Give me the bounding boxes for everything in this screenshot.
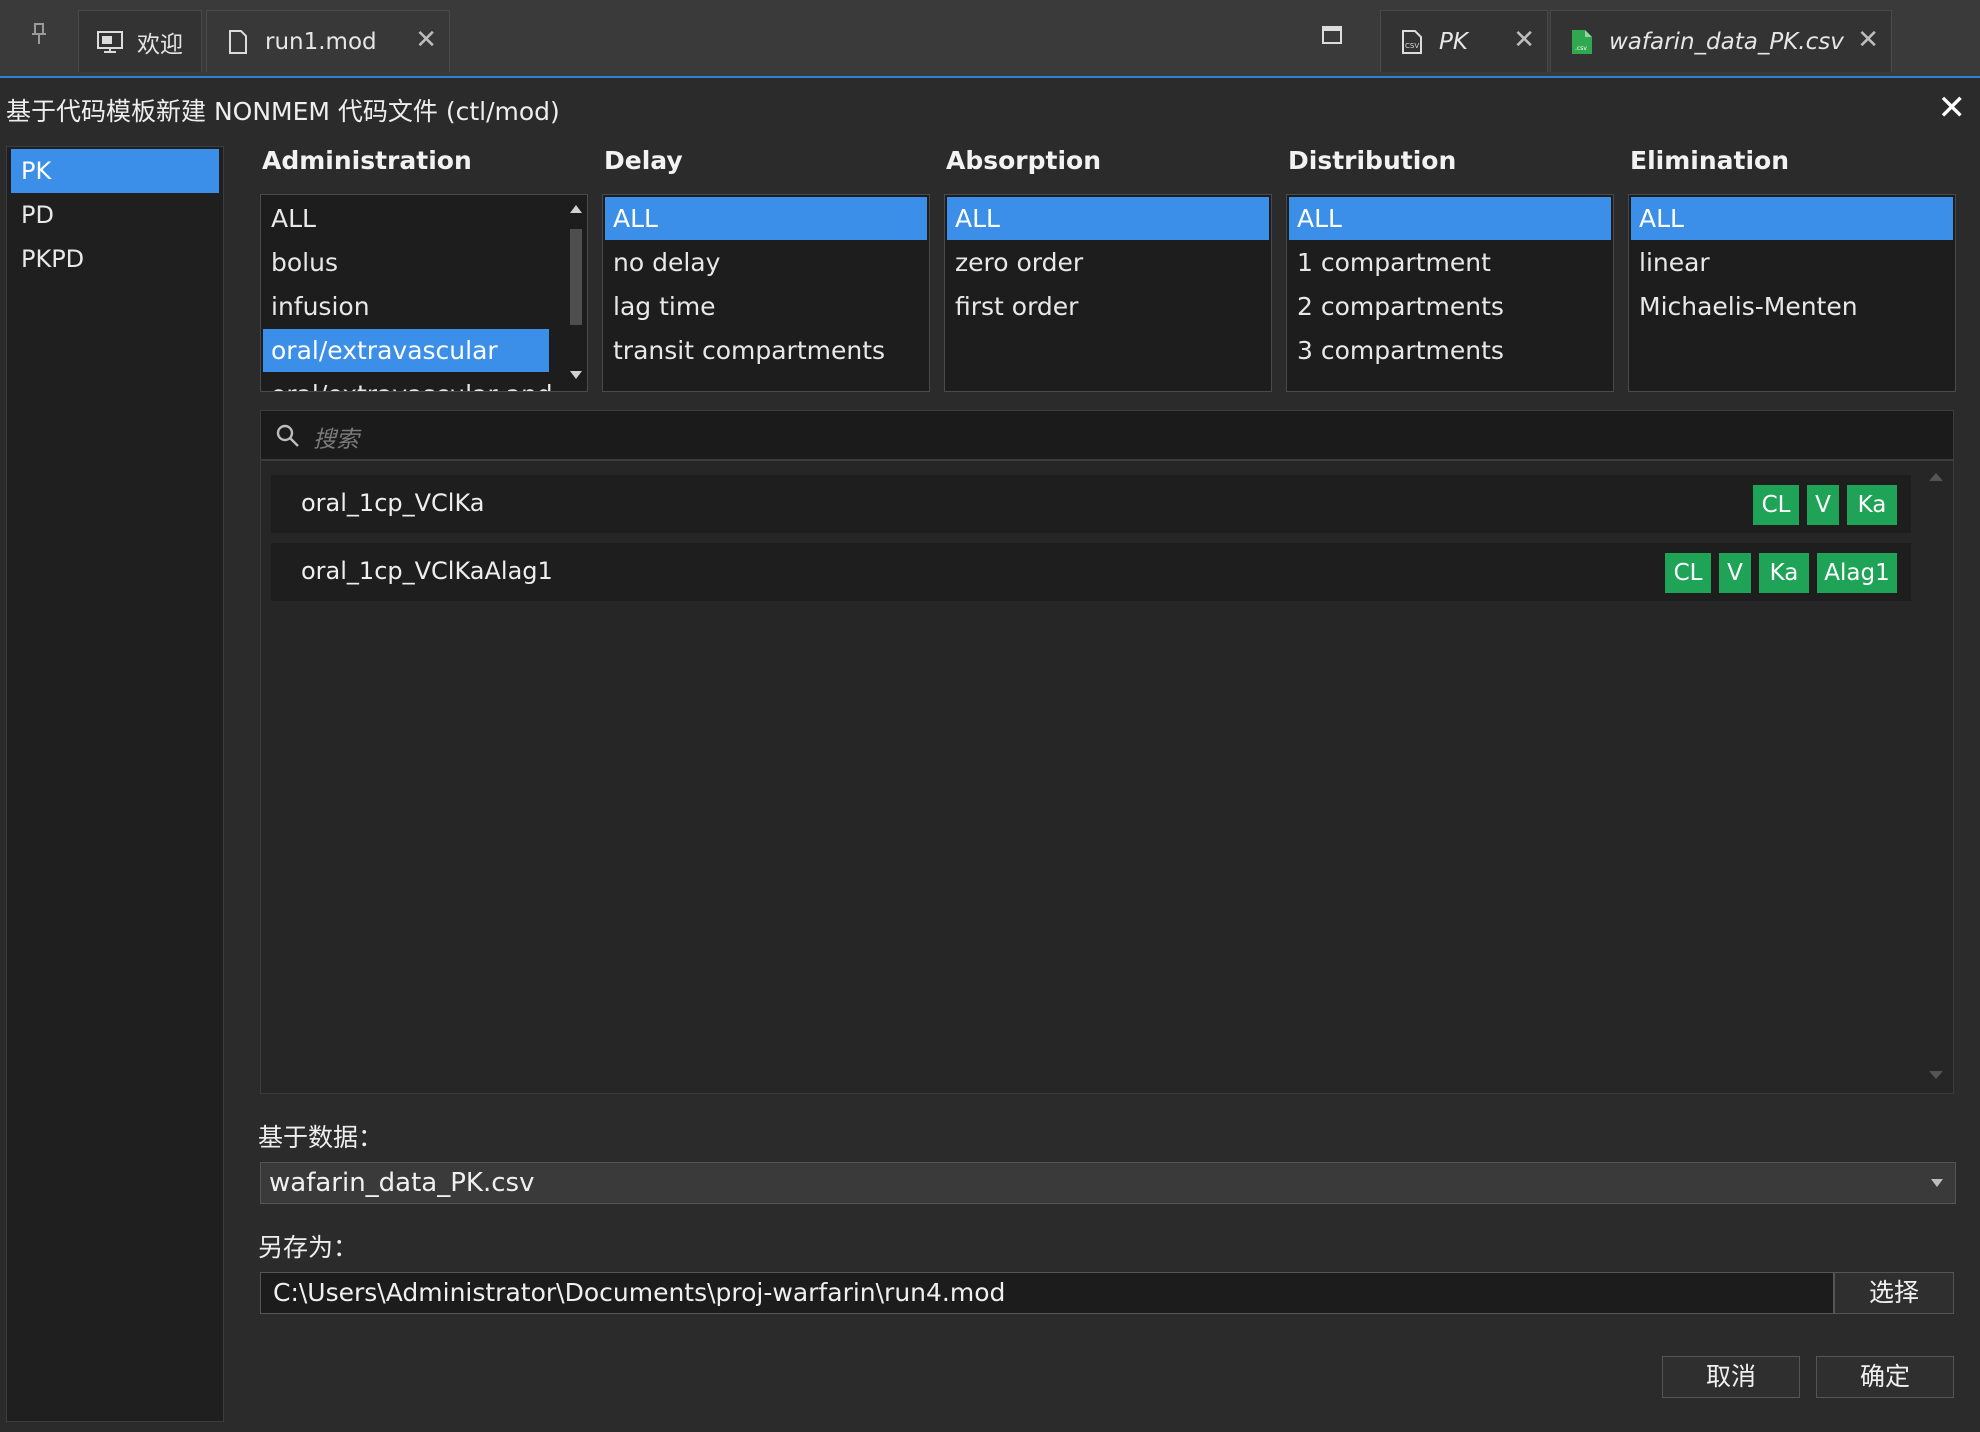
administration-header: Administration <box>262 146 472 175</box>
dialog-title: 基于代码模板新建 NONMEM 代码文件 (ctl/mod) <box>6 97 560 126</box>
search-icon <box>275 423 301 453</box>
tab-pk[interactable]: CSV PK ✕ <box>1380 10 1548 72</box>
elimination-list[interactable]: ALL linear Michaelis-Menten <box>1628 194 1956 392</box>
list-scrollbar[interactable] <box>567 197 585 387</box>
tag-badge: CL <box>1665 553 1711 593</box>
list-item[interactable]: oral/extravascular and ... <box>263 373 584 391</box>
csv-file-icon: CSV <box>1399 28 1425 56</box>
list-item[interactable]: ALL <box>263 197 549 240</box>
data-select[interactable]: wafarin_data_PK.csv <box>260 1162 1956 1204</box>
sidebar-item-pkpd[interactable]: PKPD <box>11 237 219 281</box>
tag-badge: Ka <box>1847 485 1897 525</box>
absorption-list[interactable]: ALL zero order first order <box>944 194 1272 392</box>
list-item[interactable]: oral_1cp_VClKaAlag1 CL V Ka Alag1 <box>271 543 1911 601</box>
scroll-up-icon[interactable] <box>570 205 582 213</box>
tab-strip: 欢迎 run1.mod ✕ CSV PK ✕ .csv wafarin_data… <box>0 0 1980 78</box>
close-icon[interactable]: ✕ <box>1513 25 1535 55</box>
tab-run1-mod[interactable]: run1.mod ✕ <box>206 10 450 72</box>
tag-badge: CL <box>1753 485 1799 525</box>
close-icon[interactable]: ✕ <box>1938 88 1967 128</box>
template-results-list: oral_1cp_VClKa CL V Ka oral_1cp_VClKaAla… <box>260 460 1954 1094</box>
list-item[interactable]: ALL <box>947 197 1269 240</box>
scroll-up-icon[interactable] <box>1929 473 1943 481</box>
list-item[interactable]: 2 compartments <box>1289 285 1611 328</box>
tab-label: wafarin_data_PK.csv <box>1609 28 1844 55</box>
csv-green-icon: .csv <box>1569 28 1595 56</box>
distribution-list[interactable]: ALL 1 compartment 2 compartments 3 compa… <box>1286 194 1614 392</box>
data-label: 基于数据： <box>258 1123 384 1152</box>
save-as-label: 另存为： <box>258 1233 359 1262</box>
list-item[interactable]: Michaelis-Menten <box>1631 285 1953 328</box>
tab-wafarin-data[interactable]: .csv wafarin_data_PK.csv ✕ <box>1550 10 1892 72</box>
sidebar-item-pk[interactable]: PK <box>11 149 219 193</box>
administration-list[interactable]: ALL bolus infusion oral/extravascular or… <box>260 194 588 392</box>
ok-button[interactable]: 确定 <box>1816 1356 1954 1398</box>
scroll-down-icon[interactable] <box>570 371 582 379</box>
template-name: oral_1cp_VClKaAlag1 <box>301 557 553 585</box>
list-item[interactable]: bolus <box>263 241 549 284</box>
list-item[interactable]: ALL <box>605 197 927 240</box>
monitor-icon <box>97 28 123 56</box>
sidebar-item-pd[interactable]: PD <box>11 193 219 237</box>
tag-badge: V <box>1807 485 1839 525</box>
maximize-icon[interactable] <box>1322 26 1342 44</box>
list-item[interactable]: no delay <box>605 241 927 284</box>
category-sidebar: PK PD PKPD <box>6 146 224 1422</box>
close-icon[interactable]: ✕ <box>415 25 437 55</box>
search-placeholder: 搜索 <box>313 427 359 453</box>
scroll-thumb[interactable] <box>570 229 582 325</box>
template-name: oral_1cp_VClKa <box>301 489 485 517</box>
tag-badge: Alag1 <box>1817 553 1897 593</box>
data-select-value: wafarin_data_PK.csv <box>269 1168 535 1198</box>
list-item[interactable]: ALL <box>1289 197 1611 240</box>
list-item[interactable]: lag time <box>605 285 927 328</box>
delay-header: Delay <box>604 146 683 175</box>
list-item[interactable]: oral/extravascular <box>263 329 549 372</box>
delay-list[interactable]: ALL no delay lag time transit compartmen… <box>602 194 930 392</box>
list-item[interactable]: first order <box>947 285 1269 328</box>
chevron-down-icon[interactable] <box>1931 1179 1943 1187</box>
tab-label: PK <box>1439 28 1468 55</box>
close-icon[interactable]: ✕ <box>1857 25 1879 55</box>
file-icon <box>225 28 251 56</box>
list-item[interactable]: zero order <box>947 241 1269 284</box>
search-input[interactable]: 搜索 <box>260 410 1954 460</box>
scroll-down-icon[interactable] <box>1929 1071 1943 1079</box>
list-item[interactable]: linear <box>1631 241 1953 284</box>
tag-badge: V <box>1719 553 1751 593</box>
svg-text:.csv: .csv <box>1575 45 1587 52</box>
list-item[interactable]: 3 compartments <box>1289 329 1611 372</box>
list-item[interactable]: ALL <box>1631 197 1953 240</box>
tab-label: run1.mod <box>265 28 377 55</box>
elimination-header: Elimination <box>1630 146 1789 175</box>
svg-text:CSV: CSV <box>1405 42 1419 50</box>
tab-label: 欢迎 <box>137 31 183 58</box>
choose-button[interactable]: 选择 <box>1834 1272 1954 1314</box>
distribution-header: Distribution <box>1288 146 1457 175</box>
pin-icon[interactable] <box>30 22 48 46</box>
list-item[interactable]: oral_1cp_VClKa CL V Ka <box>271 475 1911 533</box>
absorption-header: Absorption <box>946 146 1102 175</box>
list-item[interactable]: transit compartments <box>605 329 927 372</box>
save-path-field[interactable]: C:\Users\Administrator\Documents\proj-wa… <box>260 1272 1834 1314</box>
tag-badge: Ka <box>1759 553 1809 593</box>
tab-welcome[interactable]: 欢迎 <box>78 10 202 72</box>
list-item[interactable]: 1 compartment <box>1289 241 1611 284</box>
list-item[interactable]: infusion <box>263 285 549 328</box>
cancel-button[interactable]: 取消 <box>1662 1356 1800 1398</box>
